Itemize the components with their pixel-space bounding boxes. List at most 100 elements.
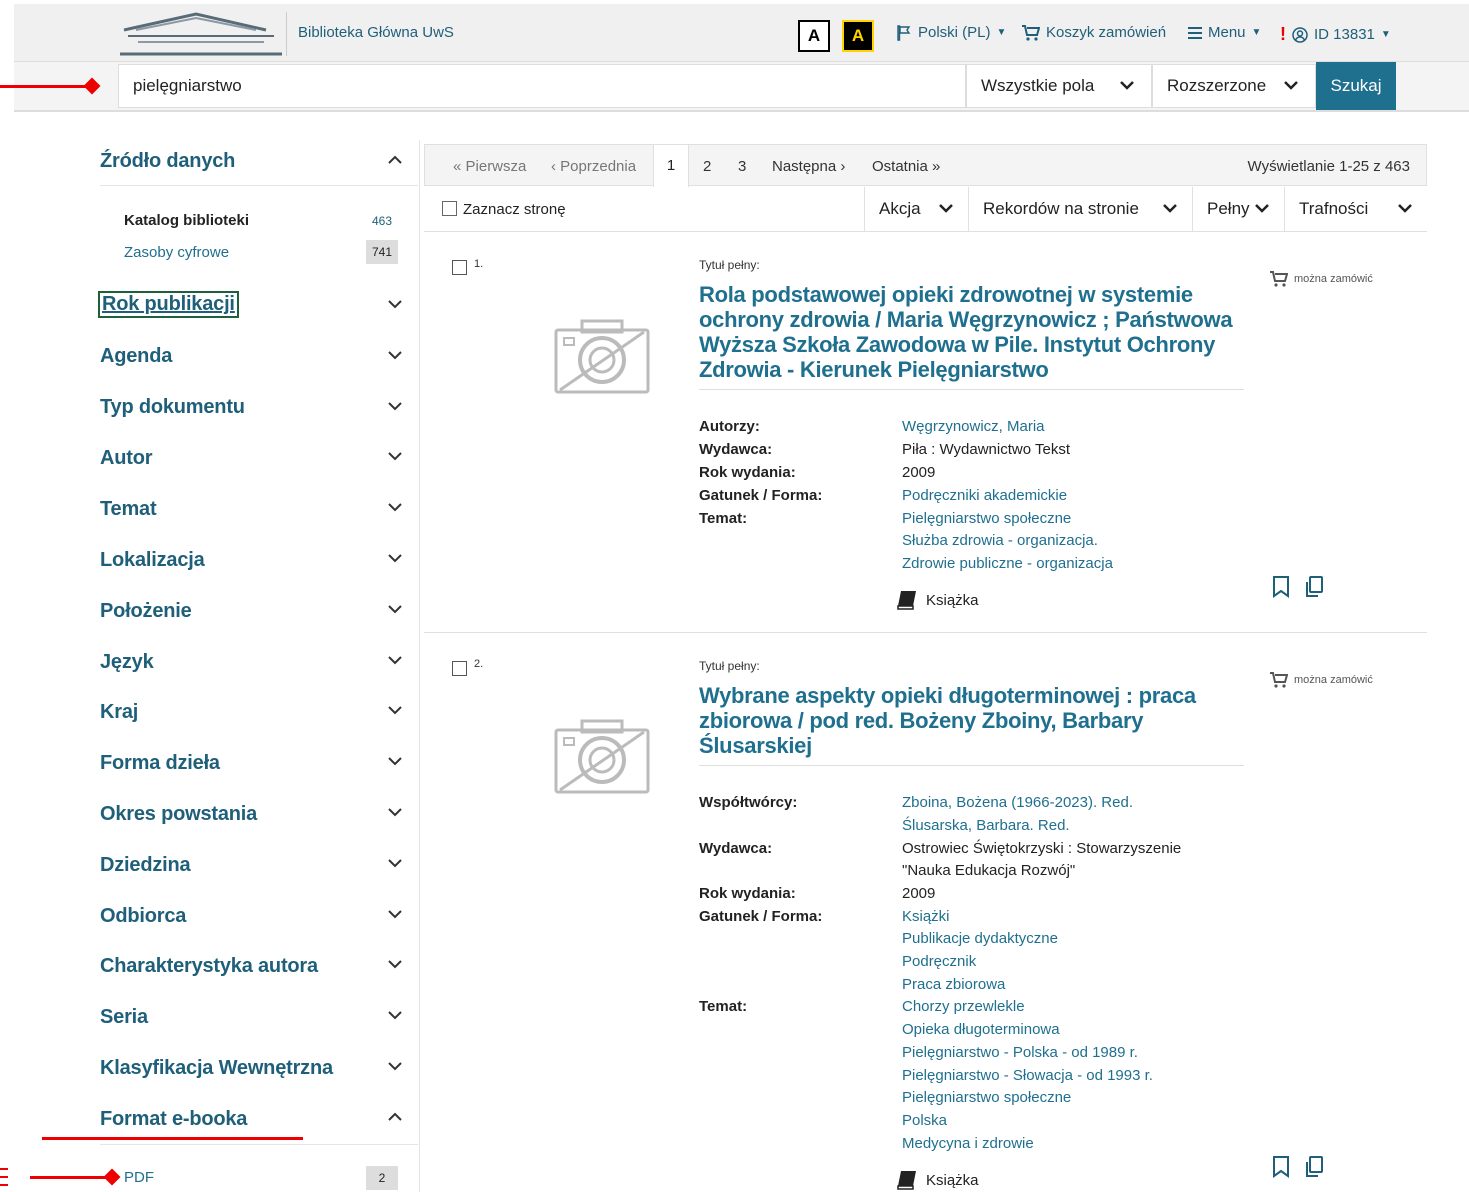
chevron-down-icon[interactable] bbox=[387, 1060, 403, 1072]
facet-temat[interactable]: Temat bbox=[100, 498, 157, 521]
chevron-up-icon[interactable] bbox=[387, 154, 403, 166]
subject-link[interactable]: Opieka długoterminowa bbox=[902, 1021, 1060, 1038]
subject-link[interactable]: Pielęgniarstwo - Słowacja - od 1993 r. bbox=[902, 1067, 1153, 1084]
subject-link[interactable]: Medycyna i zdrowie bbox=[902, 1135, 1034, 1152]
search-mode-value: Rozszerzone bbox=[1167, 76, 1267, 95]
facet-jezyk[interactable]: Język bbox=[100, 651, 154, 674]
facet-source-title[interactable]: Źródło danych bbox=[100, 150, 235, 173]
subject-link[interactable]: Polska bbox=[902, 1112, 947, 1129]
facet-format-ebooka[interactable]: Format e-booka bbox=[100, 1108, 247, 1131]
chevron-down-icon[interactable] bbox=[387, 755, 403, 767]
chevron-down-icon bbox=[1163, 204, 1177, 213]
select-page-label[interactable]: Zaznacz stronę bbox=[463, 201, 566, 218]
cart-link[interactable]: Koszyk zamówień bbox=[1022, 24, 1166, 41]
subject-link[interactable]: Pielęgniarstwo - Polska - od 1989 r. bbox=[902, 1044, 1138, 1061]
search-button[interactable]: Szukaj bbox=[1316, 62, 1396, 110]
author-link[interactable]: Węgrzynowicz, Maria bbox=[902, 418, 1045, 435]
chevron-down-icon[interactable] bbox=[387, 1009, 403, 1021]
view-dropdown[interactable]: Pełny bbox=[1192, 187, 1284, 231]
page-2-link[interactable]: 2 bbox=[703, 158, 711, 175]
source-item-digital[interactable]: Zasoby cyfrowe bbox=[124, 244, 229, 261]
chevron-up-icon[interactable] bbox=[387, 1111, 403, 1123]
chevron-down-icon[interactable] bbox=[387, 704, 403, 716]
facet-dziedzina[interactable]: Dziedzina bbox=[100, 854, 191, 877]
contributor-link[interactable]: Zboina, Bożena (1966-2023). Red. bbox=[902, 794, 1133, 811]
search-mode-select[interactable]: Rozszerzone bbox=[1152, 64, 1316, 108]
chevron-down-icon[interactable] bbox=[387, 501, 403, 513]
facet-autor[interactable]: Autor bbox=[100, 447, 153, 470]
copy-icon[interactable] bbox=[1304, 1156, 1324, 1178]
record-title-link[interactable]: Wybrane aspekty opieki długoterminowej :… bbox=[699, 683, 1244, 758]
page-prev-link[interactable]: ‹ Poprzednia bbox=[551, 158, 636, 175]
bookmark-icon[interactable] bbox=[1272, 576, 1290, 598]
chevron-down-icon[interactable] bbox=[387, 603, 403, 615]
ebook-item-pdf[interactable]: PDF bbox=[124, 1169, 154, 1186]
language-menu[interactable]: Polski (PL) ▼ bbox=[896, 24, 1006, 41]
select-page-checkbox[interactable] bbox=[442, 201, 457, 216]
subject-link[interactable]: Zdrowie publiczne - organizacja bbox=[902, 555, 1113, 572]
facet-agenda[interactable]: Agenda bbox=[100, 345, 172, 368]
record-checkbox[interactable] bbox=[452, 661, 467, 676]
library-name[interactable]: Biblioteka Główna UwS bbox=[298, 24, 454, 41]
user-id: ID 13831 bbox=[1314, 26, 1375, 43]
page-next-link[interactable]: Następna › bbox=[772, 158, 845, 175]
bookmark-icon[interactable] bbox=[1272, 1156, 1290, 1178]
publisher-value: Ostrowiec Świętokrzyski : Stowarzyszenie bbox=[902, 840, 1182, 857]
copy-icon[interactable] bbox=[1304, 576, 1324, 598]
annotation-arrow-pdf bbox=[30, 1176, 110, 1179]
page-3-link[interactable]: 3 bbox=[738, 158, 746, 175]
facet-klasyfikacja-wewnetrzna[interactable]: Klasyfikacja Wewnętrzna bbox=[100, 1057, 333, 1080]
order-status[interactable]: można zamówić bbox=[1270, 271, 1373, 287]
contributor-link[interactable]: Ślusarska, Barbara. Red. bbox=[902, 817, 1070, 834]
contrast-normal-button[interactable]: A bbox=[798, 20, 830, 52]
subject-link[interactable]: Chorzy przewlekle bbox=[902, 998, 1025, 1015]
page-last-link[interactable]: Ostatnia » bbox=[872, 158, 940, 175]
chevron-down-icon[interactable] bbox=[387, 958, 403, 970]
subject-link[interactable]: Służba zdrowia - organizacja. bbox=[902, 532, 1098, 549]
genre-link[interactable]: Podręczniki akademickie bbox=[902, 487, 1067, 504]
search-input[interactable]: pielęgniarstwo bbox=[118, 64, 966, 108]
genre-link[interactable]: Publikacje dydaktyczne bbox=[902, 930, 1058, 947]
search-field-select[interactable]: Wszystkie pola bbox=[966, 64, 1152, 108]
contrast-high-button[interactable]: A bbox=[842, 20, 874, 52]
chevron-down-icon[interactable] bbox=[387, 654, 403, 666]
action-dropdown[interactable]: Akcja bbox=[864, 187, 968, 231]
cart-label: Koszyk zamówień bbox=[1046, 24, 1167, 41]
per-page-dropdown[interactable]: Rekordów na stronie bbox=[968, 187, 1192, 231]
page-1-current[interactable]: 1 bbox=[653, 144, 689, 187]
page-first-link[interactable]: « Pierwsza bbox=[453, 158, 526, 175]
genre-link[interactable]: Praca zbiorowa bbox=[902, 976, 1005, 993]
chevron-down-icon[interactable] bbox=[387, 400, 403, 412]
facet-seria[interactable]: Seria bbox=[100, 1006, 148, 1029]
facet-polozenie[interactable]: Położenie bbox=[100, 600, 192, 623]
user-menu[interactable]: ! ID 13831 ▼ bbox=[1280, 24, 1391, 45]
chevron-down-icon[interactable] bbox=[387, 298, 403, 310]
genre-link[interactable]: Podręcznik bbox=[902, 953, 976, 970]
subject-link[interactable]: Pielęgniarstwo społeczne bbox=[902, 1089, 1071, 1106]
chevron-down-icon[interactable] bbox=[387, 857, 403, 869]
facet-charakterystyka-autora[interactable]: Charakterystyka autora bbox=[100, 955, 318, 978]
chevron-down-icon[interactable] bbox=[387, 450, 403, 462]
chevron-down-icon[interactable] bbox=[387, 552, 403, 564]
record-checkbox[interactable] bbox=[452, 260, 467, 275]
order-status[interactable]: można zamówić bbox=[1270, 672, 1373, 688]
facet-rok-publikacji[interactable]: Rok publikacji bbox=[98, 291, 239, 318]
chevron-down-icon[interactable] bbox=[387, 806, 403, 818]
chevron-down-icon[interactable] bbox=[387, 349, 403, 361]
facet-odbiorca[interactable]: Odbiorca bbox=[100, 905, 186, 928]
genre-link[interactable]: Książki bbox=[902, 908, 950, 925]
facet-forma-dziela[interactable]: Forma dzieła bbox=[100, 752, 220, 775]
no-cover-camera-icon[interactable] bbox=[552, 318, 652, 398]
facet-lokalizacja[interactable]: Lokalizacja bbox=[100, 549, 205, 572]
facet-kraj[interactable]: Kraj bbox=[100, 701, 138, 724]
main-menu[interactable]: Menu ▼ bbox=[1188, 24, 1261, 41]
record-title-link[interactable]: Rola podstawowej opieki zdrowotnej w sys… bbox=[699, 282, 1244, 382]
subject-link[interactable]: Pielęgniarstwo społeczne bbox=[902, 510, 1071, 527]
facet-okres-powstania[interactable]: Okres powstania bbox=[100, 803, 257, 826]
chevron-down-icon[interactable] bbox=[387, 908, 403, 920]
no-cover-camera-icon[interactable] bbox=[552, 718, 652, 798]
sort-dropdown[interactable]: Trafności bbox=[1284, 187, 1427, 231]
facet-typ-dokumentu[interactable]: Typ dokumentu bbox=[100, 396, 245, 419]
library-logo[interactable] bbox=[116, 8, 286, 58]
source-item-catalog[interactable]: Katalog biblioteki bbox=[124, 212, 249, 229]
